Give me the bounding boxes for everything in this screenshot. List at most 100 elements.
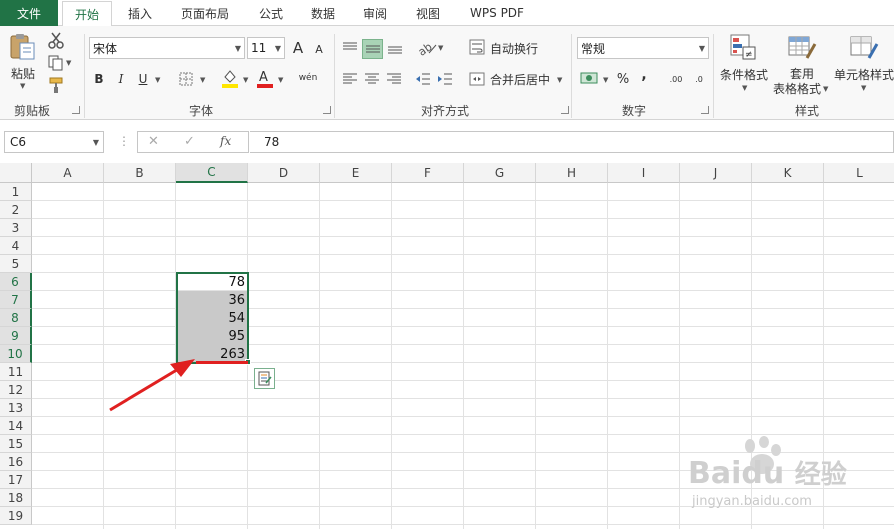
align-bottom-icon[interactable] <box>386 39 404 57</box>
row-header-16[interactable]: 16 <box>0 453 32 471</box>
orientation-icon[interactable]: ab <box>416 38 438 58</box>
bold-button[interactable]: B <box>91 70 107 88</box>
row-header-13[interactable]: 13 <box>0 399 32 417</box>
alignment-launcher-icon[interactable] <box>561 106 569 114</box>
insert-function-icon[interactable]: fx <box>220 134 231 148</box>
table-format-label-1[interactable]: 套用 <box>788 66 816 81</box>
font-name-select[interactable]: 宋体 ▼ <box>89 37 245 59</box>
tab-view[interactable]: 视图 <box>405 0 451 26</box>
comma-button[interactable]: , <box>638 66 650 84</box>
decrease-decimal-button[interactable]: .0 <box>690 72 708 86</box>
row-header-15[interactable]: 15 <box>0 435 32 453</box>
row-header-3[interactable]: 3 <box>0 219 32 237</box>
column-header-e[interactable]: E <box>320 163 392 183</box>
paste-icon[interactable] <box>8 32 38 62</box>
column-header-j[interactable]: J <box>680 163 752 183</box>
align-center-icon[interactable] <box>363 70 381 88</box>
fill-color-icon[interactable] <box>221 68 239 88</box>
increase-indent-icon[interactable] <box>436 70 454 88</box>
wrap-text-icon[interactable] <box>468 38 486 56</box>
fill-color-dropdown-icon[interactable]: ▼ <box>243 76 248 84</box>
tab-home[interactable]: 开始 <box>62 1 112 27</box>
border-icon[interactable] <box>177 70 195 88</box>
copy-icon[interactable] <box>46 53 66 73</box>
enter-icon[interactable]: ✓ <box>184 134 195 149</box>
clipboard-launcher-icon[interactable] <box>72 106 80 114</box>
currency-dropdown-icon[interactable]: ▼ <box>603 76 608 84</box>
table-format-dropdown-icon[interactable]: ▼ <box>823 85 828 93</box>
column-header-b[interactable]: B <box>104 163 176 183</box>
merge-dropdown-icon[interactable]: ▼ <box>557 76 562 84</box>
column-header-k[interactable]: K <box>752 163 824 183</box>
tab-data[interactable]: 数据 <box>300 0 346 26</box>
percent-button[interactable]: % <box>614 70 632 88</box>
cell-style-icon[interactable] <box>848 31 880 63</box>
align-left-icon[interactable] <box>341 70 359 88</box>
tab-file[interactable]: 文件 <box>0 0 58 26</box>
row-header-2[interactable]: 2 <box>0 201 32 219</box>
conditional-format-icon[interactable]: ≠ <box>727 31 759 63</box>
merge-center-icon[interactable] <box>468 70 486 88</box>
row-header-17[interactable]: 17 <box>0 471 32 489</box>
number-format-select[interactable]: 常规 ▼ <box>577 37 709 59</box>
paste-button[interactable]: 粘贴 <box>8 65 38 81</box>
font-size-select[interactable]: 11 ▼ <box>247 37 285 59</box>
font-launcher-icon[interactable] <box>323 106 331 114</box>
row-header-4[interactable]: 4 <box>0 237 32 255</box>
row-header-19[interactable]: 19 <box>0 507 32 525</box>
row-header-1[interactable]: 1 <box>0 183 32 201</box>
grow-font-button[interactable]: A <box>290 38 306 58</box>
cell-style-button[interactable]: 单元格样式 <box>834 66 894 82</box>
column-header-d[interactable]: D <box>248 163 320 183</box>
tab-formulas[interactable]: 公式 <box>248 0 294 26</box>
tab-page-layout[interactable]: 页面布局 <box>170 0 240 26</box>
row-header-14[interactable]: 14 <box>0 417 32 435</box>
name-box[interactable]: C6 ▼ <box>4 131 104 153</box>
splitter-dots-icon[interactable]: ⋮ <box>118 134 130 148</box>
font-color-icon[interactable]: A <box>256 68 274 88</box>
cut-icon[interactable] <box>46 30 66 50</box>
row-header-7[interactable]: 7 <box>0 291 32 309</box>
table-format-button[interactable]: 表格格式 <box>772 81 822 96</box>
font-color-dropdown-icon[interactable]: ▼ <box>278 76 283 84</box>
formula-input[interactable]: 78 <box>250 131 894 153</box>
conditional-format-button[interactable]: 条件格式 <box>718 66 770 82</box>
shrink-font-button[interactable]: A <box>312 40 326 58</box>
align-top-icon[interactable] <box>341 39 359 57</box>
underline-dropdown-icon[interactable]: ▼ <box>155 76 160 84</box>
merge-center-button[interactable]: 合并后居中 <box>488 70 552 88</box>
column-header-l[interactable]: L <box>824 163 894 183</box>
italic-button[interactable]: I <box>113 70 129 88</box>
paste-dropdown-icon[interactable]: ▼ <box>20 82 25 90</box>
quick-analysis-button[interactable] <box>254 368 275 389</box>
row-header-12[interactable]: 12 <box>0 381 32 399</box>
cell-style-dropdown-icon[interactable]: ▼ <box>861 84 866 92</box>
row-header-8[interactable]: 8 <box>0 309 32 327</box>
row-header-10[interactable]: 10 <box>0 345 32 363</box>
row-header-18[interactable]: 18 <box>0 489 32 507</box>
column-header-c[interactable]: C <box>176 163 248 183</box>
align-right-icon[interactable] <box>385 70 403 88</box>
conditional-format-dropdown-icon[interactable]: ▼ <box>742 84 747 92</box>
row-header-6[interactable]: 6 <box>0 273 32 291</box>
decrease-indent-icon[interactable] <box>414 70 432 88</box>
row-header-11[interactable]: 11 <box>0 363 32 381</box>
tab-wps-pdf[interactable]: WPS PDF <box>462 0 532 26</box>
number-launcher-icon[interactable] <box>701 106 709 114</box>
column-header-h[interactable]: H <box>536 163 608 183</box>
table-format-icon[interactable] <box>786 31 818 63</box>
column-header-i[interactable]: I <box>608 163 680 183</box>
column-header-f[interactable]: F <box>392 163 464 183</box>
cancel-icon[interactable]: ✕ <box>148 134 159 149</box>
row-header-5[interactable]: 5 <box>0 255 32 273</box>
format-painter-icon[interactable] <box>46 75 66 95</box>
column-header-a[interactable]: A <box>32 163 104 183</box>
border-dropdown-icon[interactable]: ▼ <box>200 76 205 84</box>
tab-insert[interactable]: 插入 <box>116 0 164 26</box>
row-header-9[interactable]: 9 <box>0 327 32 345</box>
wrap-text-button[interactable]: 自动换行 <box>488 39 540 57</box>
currency-icon[interactable] <box>579 69 601 87</box>
column-header-g[interactable]: G <box>464 163 536 183</box>
orientation-dropdown-icon[interactable]: ▼ <box>438 44 443 52</box>
copy-dropdown-icon[interactable]: ▼ <box>66 59 71 67</box>
